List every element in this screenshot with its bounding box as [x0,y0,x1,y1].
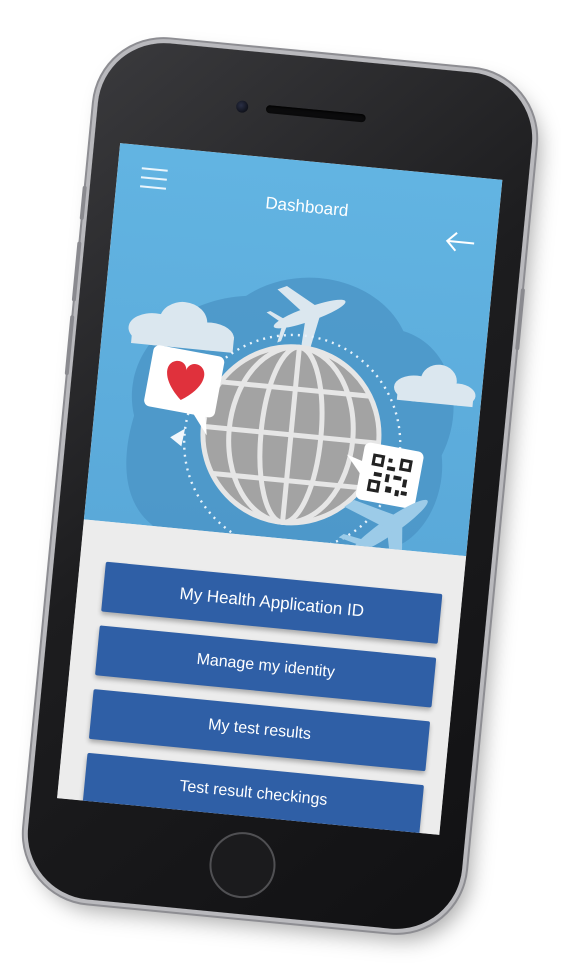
app-screen: Dashboard My Health Application ID Manag… [57,143,503,835]
volume-up-button [71,241,82,302]
stage: Dashboard My Health Application ID Manag… [0,0,561,972]
arrow-left-icon[interactable] [443,229,477,256]
earpiece-speaker [265,104,366,123]
hamburger-menu-icon[interactable] [139,167,168,190]
power-button [515,288,526,351]
front-camera-icon [235,100,249,114]
menu-button-list: My Health Application ID Manage my ident… [57,519,467,835]
travel-illustration [126,277,476,557]
mute-switch [79,185,87,220]
volume-down-button [64,315,75,376]
hero-banner: Dashboard [83,143,503,557]
home-button[interactable] [206,829,279,902]
phone-frame: Dashboard My Health Application ID Manag… [21,37,539,935]
